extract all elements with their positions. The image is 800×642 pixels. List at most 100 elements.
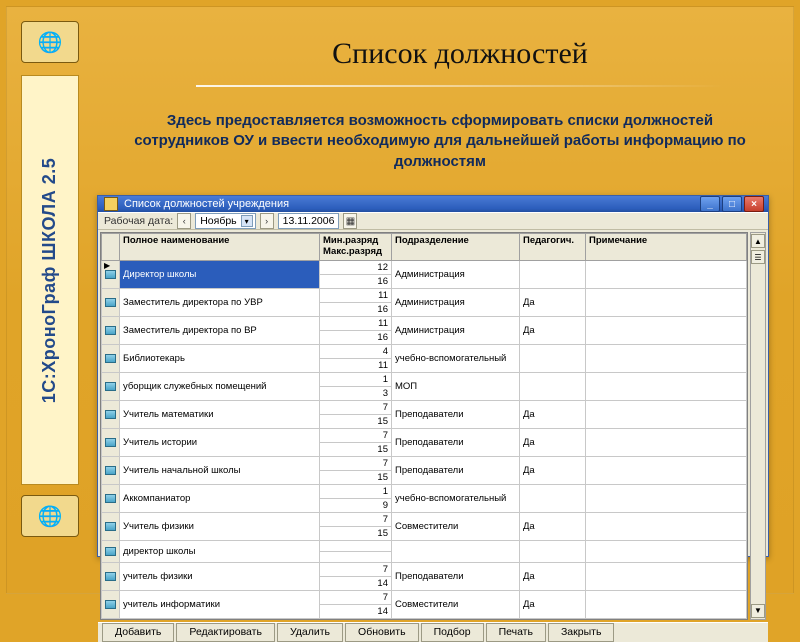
cell-dept: Администрация [392,316,520,344]
cell-note [586,288,747,316]
print-button[interactable]: Печать [486,623,546,642]
titlebar[interactable]: Список должностей учреждения _ □ × [98,196,768,212]
cell-name: Библиотекарь [120,344,320,372]
folder-icon [105,466,116,475]
cell-min-rank: 7 [320,400,392,414]
col-name[interactable]: Полное наименование [120,234,320,261]
cell-min-rank: 7 [320,428,392,442]
cell-ped [520,484,586,512]
add-button[interactable]: Добавить [102,623,174,642]
app-icon [104,197,118,211]
cell-max-rank: 15 [320,414,392,428]
month-prev-button[interactable]: ‹ [177,213,191,229]
cell-ped: Да [520,400,586,428]
side-action-strip: ▲ ☰ ▼ [750,232,766,620]
folder-icon [105,410,116,419]
strip-action-button[interactable]: ☰ [751,250,765,264]
cell-ped [520,540,586,562]
col-marker [102,234,120,261]
col-ped[interactable]: Педагогич. [520,234,586,261]
cell-dept: Администрация [392,288,520,316]
strip-down-button[interactable]: ▼ [751,604,765,618]
cell-dept: Преподаватели [392,400,520,428]
cell-min-rank: 12 [320,260,392,274]
cell-note [586,456,747,484]
month-next-button[interactable]: › [260,213,274,229]
cell-max-rank: 14 [320,576,392,590]
cell-name: учитель физики [120,562,320,590]
cell-max-rank: 3 [320,386,392,400]
cell-name: Учитель истории [120,428,320,456]
cell-max-rank: 9 [320,498,392,512]
delete-button[interactable]: Удалить [277,623,343,642]
positions-grid[interactable]: Полное наименование Мин.разряд Макс.разр… [100,232,748,620]
cell-max-rank [320,551,392,562]
row-marker [102,344,120,372]
close-button-bottom[interactable]: Закрыть [548,623,614,642]
cell-note [586,590,747,618]
table-row[interactable]: Учитель начальной школы7ПреподавателиДа [102,456,747,470]
table-row[interactable]: Заместитель директора по УВР11Администра… [102,288,747,302]
cell-max-rank: 16 [320,302,392,316]
table-row[interactable]: Учитель истории7ПреподавателиДа [102,428,747,442]
col-note[interactable]: Примечание [586,234,747,261]
cell-min-rank: 1 [320,484,392,498]
table-row[interactable]: учитель физики7ПреподавателиДа [102,562,747,576]
cell-min-rank: 1 [320,372,392,386]
row-marker [102,562,120,590]
strip-up-button[interactable]: ▲ [751,234,765,248]
cell-note [586,540,747,562]
edit-button[interactable]: Редактировать [176,623,275,642]
cell-name: Заместитель директора по УВР [120,288,320,316]
folder-icon [105,547,116,556]
close-button[interactable]: × [744,196,764,212]
folder-icon [105,438,116,447]
cell-note [586,512,747,540]
window-title: Список должностей учреждения [124,198,289,210]
cell-min-rank: 4 [320,344,392,358]
cell-dept: учебно-вспомогательный [392,344,520,372]
table-row[interactable]: Учитель математики7ПреподавателиДа [102,400,747,414]
cell-note [586,484,747,512]
folder-icon [105,270,116,279]
table-row[interactable]: Аккомпаниатор1учебно-вспомогательный [102,484,747,498]
table-row[interactable]: учитель информатики7СовместителиДа [102,590,747,604]
folder-icon [105,572,116,581]
cell-min-rank: 7 [320,562,392,576]
cell-ped: Да [520,456,586,484]
slide-title-area: Список должностей [167,37,753,87]
date-field[interactable]: 13.11.2006 [278,213,340,229]
refresh-button[interactable]: Обновить [345,623,419,642]
table-row[interactable]: Учитель физики7СовместителиДа [102,512,747,526]
table-row[interactable]: Директор школы12Администрация [102,260,747,274]
cell-note [586,372,747,400]
folder-icon [105,522,116,531]
folder-icon [105,600,116,609]
cell-max-rank: 15 [320,442,392,456]
table-row[interactable]: Заместитель директора по ВР11Администрац… [102,316,747,330]
cell-ped [520,260,586,288]
cell-dept: Совместители [392,512,520,540]
cell-max-rank: 15 [320,470,392,484]
date-value: 13.11.2006 [283,215,335,227]
table-row[interactable]: директор школы [102,540,747,551]
select-button[interactable]: Подбор [421,623,484,642]
minimize-button[interactable]: _ [700,196,720,212]
cell-dept: МОП [392,372,520,400]
cell-dept: Администрация [392,260,520,288]
table-row[interactable]: Библиотекарь4учебно-вспомогательный [102,344,747,358]
maximize-button[interactable]: □ [722,196,742,212]
cell-note [586,344,747,372]
cell-ped: Да [520,316,586,344]
cell-name: учитель информатики [120,590,320,618]
cell-max-rank: 14 [320,604,392,618]
calendar-button[interactable]: ▦ [343,213,357,229]
cell-dept: Совместители [392,590,520,618]
col-dept[interactable]: Подразделение [392,234,520,261]
month-combo[interactable]: Ноябрь ▾ [195,213,255,229]
row-marker [102,484,120,512]
table-row[interactable]: уборщик служебных помещений1МОП [102,372,747,386]
cell-min-rank: 7 [320,456,392,470]
cell-note [586,562,747,590]
col-rank[interactable]: Мин.разряд Макс.разряд [320,234,392,261]
